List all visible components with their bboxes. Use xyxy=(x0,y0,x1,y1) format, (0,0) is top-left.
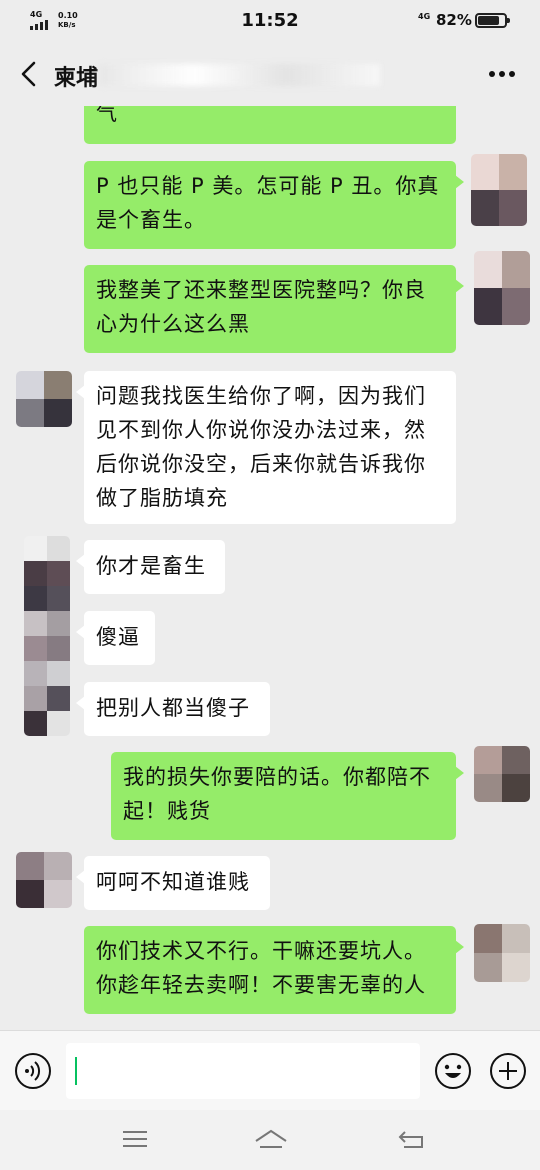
avatar-self[interactable] xyxy=(474,924,530,982)
message-text: 问题我找医生给你了啊，因为我们见不到你人你说你没办法过来，然后你说你没空，后来你… xyxy=(96,384,426,510)
lte-label: 4G xyxy=(418,12,431,21)
status-bar: 4G 0.10 KB/s 11:52 4G 82% xyxy=(0,0,540,42)
chat-header: 柬埔 xyxy=(0,42,540,106)
message-text: 你才是畜生 xyxy=(96,554,206,578)
battery-fill xyxy=(478,16,500,25)
voice-icon[interactable] xyxy=(14,1052,52,1090)
chat-input-bar xyxy=(0,1030,540,1110)
message-text: 我整美了还来整型医院整吗？你良心为什么这么黑 xyxy=(96,278,426,336)
menu-icon[interactable] xyxy=(118,1124,152,1154)
chat-title: 柬埔 xyxy=(54,66,99,91)
battery-icon xyxy=(475,13,510,28)
message-bubble-incoming[interactable]: 傻逼 xyxy=(76,611,155,665)
message-bubble-outgoing[interactable]: P 也只能 P 美。怎可能 P 丑。你真是个畜生。 xyxy=(84,161,464,249)
message-text: 我的损失你要陪的话。你都陪不起！贱货 xyxy=(123,765,431,823)
message-text: 把别人都当傻子 xyxy=(96,696,250,720)
back-arrow-icon[interactable] xyxy=(12,56,48,92)
emoji-icon[interactable] xyxy=(434,1052,472,1090)
avatar-contact[interactable] xyxy=(16,852,72,908)
message-text: 呵呵不知道谁贱 xyxy=(96,870,250,894)
more-options-icon[interactable] xyxy=(482,60,522,88)
message-bubble-outgoing[interactable]: 气 xyxy=(84,106,456,144)
avatar-self[interactable] xyxy=(471,154,527,226)
back-nav-icon[interactable] xyxy=(396,1124,430,1154)
message-input[interactable] xyxy=(66,1043,420,1099)
message-text: 气 xyxy=(96,106,118,125)
blurred-title-region xyxy=(100,64,380,86)
message-text: 傻逼 xyxy=(96,625,140,649)
battery-percent: 82% xyxy=(436,11,472,29)
avatar-contact[interactable] xyxy=(24,536,70,736)
system-navigation-bar xyxy=(0,1110,540,1170)
home-icon[interactable] xyxy=(252,1124,288,1154)
message-text: 你们技术又不行。干嘛还要坑人。你趁年轻去卖啊！不要害无辜的人 xyxy=(96,939,426,997)
message-bubble-incoming[interactable]: 问题我找医生给你了啊，因为我们见不到你人你说你没办法过来，然后你说你没空，后来你… xyxy=(76,371,456,524)
avatar-self[interactable] xyxy=(474,251,530,325)
message-bubble-incoming[interactable]: 你才是畜生 xyxy=(76,540,225,594)
message-bubble-outgoing[interactable]: 你们技术又不行。干嘛还要坑人。你趁年轻去卖啊！不要害无辜的人 xyxy=(84,926,464,1014)
message-bubble-outgoing[interactable]: 我整美了还来整型医院整吗？你良心为什么这么黑 xyxy=(84,265,464,353)
message-bubble-incoming[interactable]: 呵呵不知道谁贱 xyxy=(76,856,270,910)
avatar-self[interactable] xyxy=(474,746,530,802)
message-bubble-outgoing[interactable]: 我的损失你要陪的话。你都陪不起！贱货 xyxy=(111,752,464,840)
message-bubble-incoming[interactable]: 把别人都当傻子 xyxy=(76,682,270,736)
plus-icon[interactable] xyxy=(489,1052,527,1090)
avatar-contact[interactable] xyxy=(16,371,72,427)
chat-history[interactable]: 气 P 也只能 P 美。怎可能 P 丑。你真是个畜生。 我整美了还来整型医院整吗… xyxy=(0,106,540,1030)
text-caret xyxy=(75,1057,77,1085)
message-text: P 也只能 P 美。怎可能 P 丑。你真是个畜生。 xyxy=(96,174,440,232)
